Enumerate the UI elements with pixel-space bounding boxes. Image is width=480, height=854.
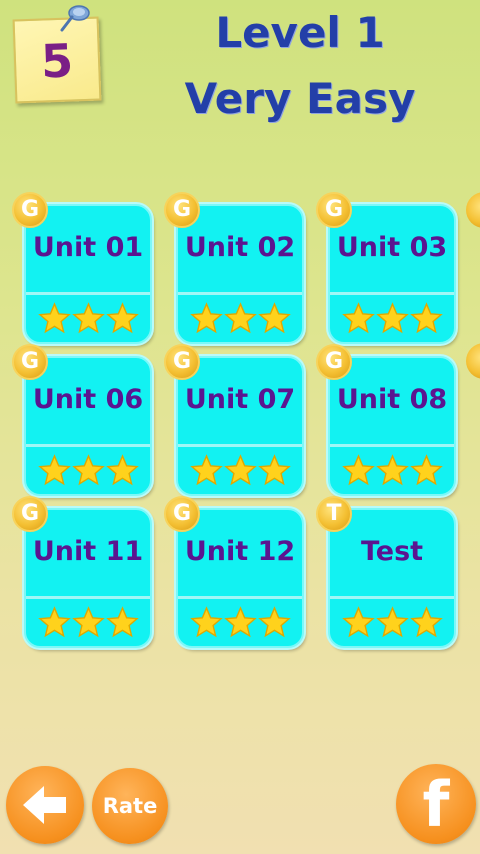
- star-icon: [341, 605, 375, 639]
- gold-badge: G: [12, 496, 48, 532]
- star-icon: [105, 605, 139, 639]
- star-icon: [257, 605, 291, 639]
- unit-card[interactable]: G Unit 06: [12, 344, 152, 496]
- star-rating: [26, 299, 150, 337]
- card-divider: [26, 292, 150, 295]
- unit-label: Unit 12: [184, 536, 296, 567]
- star-rating: [26, 451, 150, 489]
- coin-badge-edge: [466, 343, 480, 379]
- unit-label: Unit 03: [336, 232, 448, 263]
- star-icon: [341, 453, 375, 487]
- star-icon: [223, 301, 257, 335]
- star-icon: [223, 453, 257, 487]
- star-icon: [37, 453, 71, 487]
- gold-badge: G: [316, 344, 352, 380]
- star-rating: [178, 451, 302, 489]
- unit-label: Unit 07: [184, 384, 296, 415]
- star-icon: [375, 301, 409, 335]
- gold-badge: G: [12, 344, 48, 380]
- coin-badge-edge: [466, 192, 480, 228]
- star-icon: [105, 453, 139, 487]
- card-divider: [330, 596, 454, 599]
- back-button[interactable]: [6, 766, 84, 844]
- star-icon: [409, 453, 443, 487]
- card-divider: [330, 292, 454, 295]
- difficulty-title: Very Easy: [184, 74, 416, 123]
- unit-label: Unit 11: [32, 536, 144, 567]
- star-icon: [375, 453, 409, 487]
- star-icon: [71, 453, 105, 487]
- star-icon: [189, 605, 223, 639]
- star-icon: [409, 605, 443, 639]
- level-number: 5: [40, 33, 74, 89]
- card-divider: [178, 292, 302, 295]
- star-icon: [37, 301, 71, 335]
- unit-card[interactable]: T Test: [316, 496, 456, 648]
- gold-badge: G: [316, 192, 352, 228]
- unit-card[interactable]: G Unit 07: [164, 344, 304, 496]
- facebook-icon: f: [422, 767, 450, 841]
- card-divider: [178, 596, 302, 599]
- star-icon: [341, 301, 375, 335]
- star-rating: [178, 603, 302, 641]
- star-icon: [37, 605, 71, 639]
- unit-card[interactable]: G Unit 12: [164, 496, 304, 648]
- gold-badge: G: [164, 344, 200, 380]
- star-icon: [409, 301, 443, 335]
- arrow-left-icon: [23, 786, 66, 824]
- rate-label: Rate: [102, 794, 158, 818]
- star-rating: [330, 451, 454, 489]
- unit-card[interactable]: G Unit 11: [12, 496, 152, 648]
- star-icon: [105, 301, 139, 335]
- unit-label: Unit 08: [336, 384, 448, 415]
- star-rating: [330, 603, 454, 641]
- unit-card[interactable]: G Unit 08: [316, 344, 456, 496]
- star-rating: [330, 299, 454, 337]
- star-icon: [257, 301, 291, 335]
- star-icon: [375, 605, 409, 639]
- star-icon: [189, 453, 223, 487]
- star-icon: [71, 301, 105, 335]
- pushpin-icon: [60, 5, 90, 32]
- card-divider: [178, 444, 302, 447]
- gold-badge: G: [164, 496, 200, 532]
- star-icon: [223, 605, 257, 639]
- rate-button[interactable]: Rate: [92, 768, 168, 844]
- star-icon: [189, 301, 223, 335]
- gold-badge: G: [164, 192, 200, 228]
- unit-card[interactable]: G Unit 02: [164, 192, 304, 344]
- unit-label: Unit 06: [32, 384, 144, 415]
- star-icon: [71, 605, 105, 639]
- card-divider: [330, 444, 454, 447]
- unit-label: Unit 02: [184, 232, 296, 263]
- gold-badge: G: [12, 192, 48, 228]
- test-badge: T: [316, 496, 352, 532]
- star-rating: [26, 603, 150, 641]
- card-divider: [26, 444, 150, 447]
- unit-label: Unit 01: [32, 232, 144, 263]
- unit-card[interactable]: G Unit 03: [316, 192, 456, 344]
- unit-card[interactable]: G Unit 01: [12, 192, 152, 344]
- star-rating: [178, 299, 302, 337]
- star-icon: [257, 453, 291, 487]
- facebook-button[interactable]: f: [396, 764, 476, 844]
- level-title: Level 1: [215, 8, 385, 57]
- card-divider: [26, 596, 150, 599]
- unit-label: Test: [360, 536, 424, 567]
